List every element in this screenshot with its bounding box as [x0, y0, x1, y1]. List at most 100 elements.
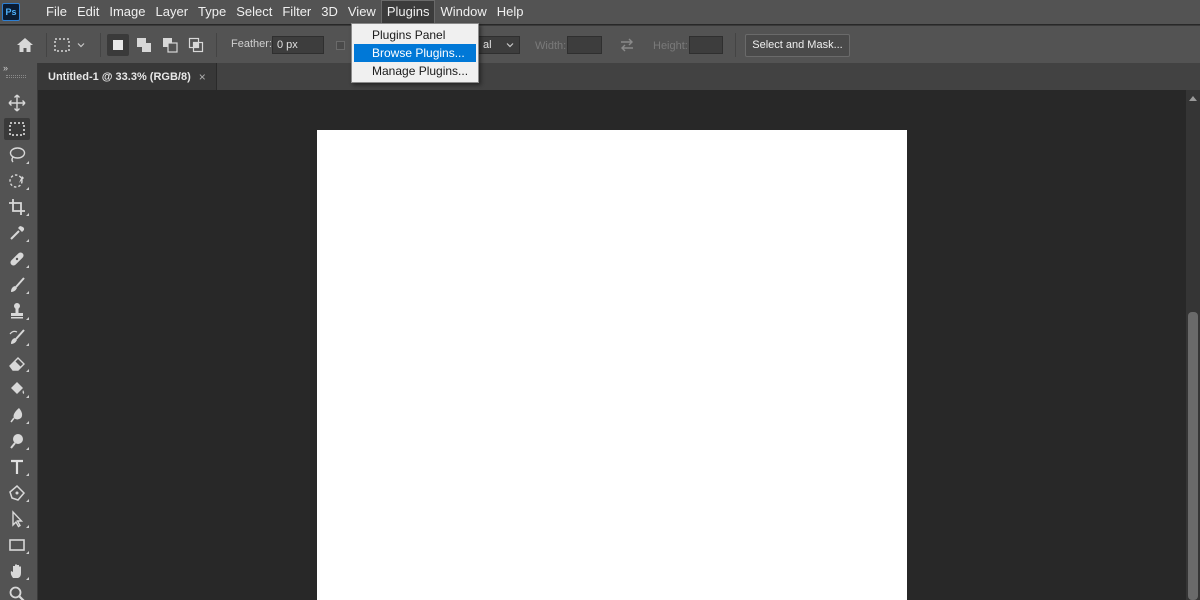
rectangle-tool[interactable]	[4, 534, 30, 556]
new-selection-icon	[113, 40, 123, 50]
home-icon	[17, 38, 33, 52]
history-brush-icon	[9, 329, 25, 344]
style-value: al	[483, 39, 492, 51]
arrow-cursor-icon	[12, 510, 24, 528]
document-tab-bar: Untitled-1 @ 33.3% (RGB/8) ×	[38, 63, 1200, 90]
menu-3d[interactable]: 3D	[316, 0, 343, 24]
menu-item-manage-plugins[interactable]: Manage Plugins...	[354, 62, 476, 80]
menu-item-browse-plugins[interactable]: Browse Plugins...	[354, 44, 476, 62]
panel-grip[interactable]	[6, 75, 26, 78]
anti-alias-checkbox[interactable]	[336, 41, 345, 50]
rectangle-icon	[9, 539, 25, 551]
width-input[interactable]	[567, 36, 602, 54]
separator	[46, 33, 47, 57]
intersect-selection-button[interactable]	[185, 34, 207, 56]
swap-dimensions-button[interactable]	[617, 35, 637, 55]
vertical-scrollbar[interactable]	[1186, 90, 1200, 600]
paint-bucket-tool[interactable]	[4, 378, 30, 400]
intersect-selection-icon	[188, 37, 204, 53]
magnifier-icon	[9, 586, 25, 600]
feather-input[interactable]: 0 px	[272, 36, 324, 54]
new-selection-button[interactable]	[107, 34, 129, 56]
add-selection-icon	[137, 38, 151, 52]
chevron-down-icon	[77, 43, 85, 48]
move-tool[interactable]	[4, 92, 30, 114]
path-selection-tool[interactable]	[4, 508, 30, 530]
home-button[interactable]	[12, 34, 38, 56]
dodge-tool[interactable]	[4, 430, 30, 452]
paint-bucket-icon	[11, 382, 25, 394]
tool-preset-picker[interactable]	[52, 34, 94, 56]
object-selection-tool[interactable]	[4, 170, 30, 192]
swap-arrows-icon	[621, 38, 633, 52]
subtract-from-selection-button[interactable]	[159, 34, 181, 56]
document-tab-title: Untitled-1 @ 33.3% (RGB/8)	[48, 70, 191, 83]
style-select[interactable]: al	[478, 36, 520, 54]
plugins-menu-dropdown: Plugins Panel Browse Plugins... Manage P…	[351, 23, 479, 83]
canvas-area[interactable]	[38, 90, 1186, 600]
pen-icon	[9, 484, 26, 501]
move-icon	[8, 94, 26, 112]
menu-edit[interactable]: Edit	[72, 0, 104, 24]
collapse-panel-icon[interactable]: »	[3, 64, 8, 73]
chevron-down-icon	[506, 43, 514, 48]
separator	[100, 33, 101, 57]
eyedropper-icon	[10, 226, 25, 240]
eraser-tool[interactable]	[4, 352, 30, 374]
dodge-icon	[10, 434, 23, 449]
history-brush-tool[interactable]	[4, 326, 30, 348]
document-tab[interactable]: Untitled-1 @ 33.3% (RGB/8) ×	[38, 63, 217, 90]
lasso-tool[interactable]	[4, 144, 30, 166]
blur-tool[interactable]	[4, 404, 30, 426]
menu-item-plugins-panel[interactable]: Plugins Panel	[354, 26, 476, 44]
add-to-selection-button[interactable]	[133, 34, 155, 56]
separator	[735, 33, 736, 57]
menu-file[interactable]: File	[41, 0, 72, 24]
menu-layer[interactable]: Layer	[151, 0, 194, 24]
crop-tool[interactable]	[4, 196, 30, 218]
menu-view[interactable]: View	[343, 0, 381, 24]
rectangular-marquee-tool[interactable]	[4, 118, 30, 140]
height-input[interactable]	[689, 36, 723, 54]
type-icon	[11, 459, 23, 474]
menu-filter[interactable]: Filter	[277, 0, 316, 24]
feather-label: Feather:	[231, 38, 272, 50]
eraser-icon	[9, 357, 25, 371]
menu-window[interactable]: Window	[435, 0, 491, 24]
subtract-selection-icon	[163, 38, 178, 53]
crop-icon	[9, 199, 25, 215]
menu-select[interactable]: Select	[231, 0, 277, 24]
scroll-up-arrow-icon[interactable]	[1189, 96, 1197, 101]
eyedropper-tool[interactable]	[4, 222, 30, 244]
separator	[216, 33, 217, 57]
menu-help[interactable]: Help	[492, 0, 529, 24]
menu-plugins[interactable]: Plugins	[380, 0, 436, 24]
spot-healing-brush-tool[interactable]	[4, 248, 30, 270]
object-selection-icon	[9, 174, 24, 188]
zoom-tool[interactable]	[4, 583, 30, 600]
document-canvas[interactable]	[317, 130, 907, 600]
options-bar: Feather: 0 px al Width: Height: Select a…	[0, 25, 1200, 63]
close-icon[interactable]: ×	[199, 70, 206, 84]
water-drop-icon	[10, 408, 23, 423]
marquee-icon	[54, 38, 70, 52]
clone-stamp-tool[interactable]	[4, 300, 30, 322]
menu-items: File Edit Image Layer Type Select Filter…	[41, 0, 528, 24]
height-label: Height:	[653, 40, 688, 52]
brush-icon	[11, 277, 25, 292]
hand-tool[interactable]	[4, 560, 30, 582]
width-label: Width:	[535, 40, 567, 52]
photoshop-logo-icon: Ps	[2, 3, 20, 21]
marquee-icon	[9, 122, 25, 136]
menu-type[interactable]: Type	[193, 0, 231, 24]
menu-bar: Ps File Edit Image Layer Type Select Fil…	[0, 0, 1200, 24]
lasso-icon	[9, 147, 26, 163]
menu-image[interactable]: Image	[104, 0, 150, 24]
brush-tool[interactable]	[4, 274, 30, 296]
select-and-mask-button[interactable]: Select and Mask...	[745, 34, 850, 57]
bandage-icon	[10, 252, 24, 266]
pen-tool[interactable]	[4, 482, 30, 504]
scrollbar-thumb[interactable]	[1188, 312, 1198, 600]
hand-icon	[10, 564, 21, 578]
type-tool[interactable]	[4, 456, 30, 478]
